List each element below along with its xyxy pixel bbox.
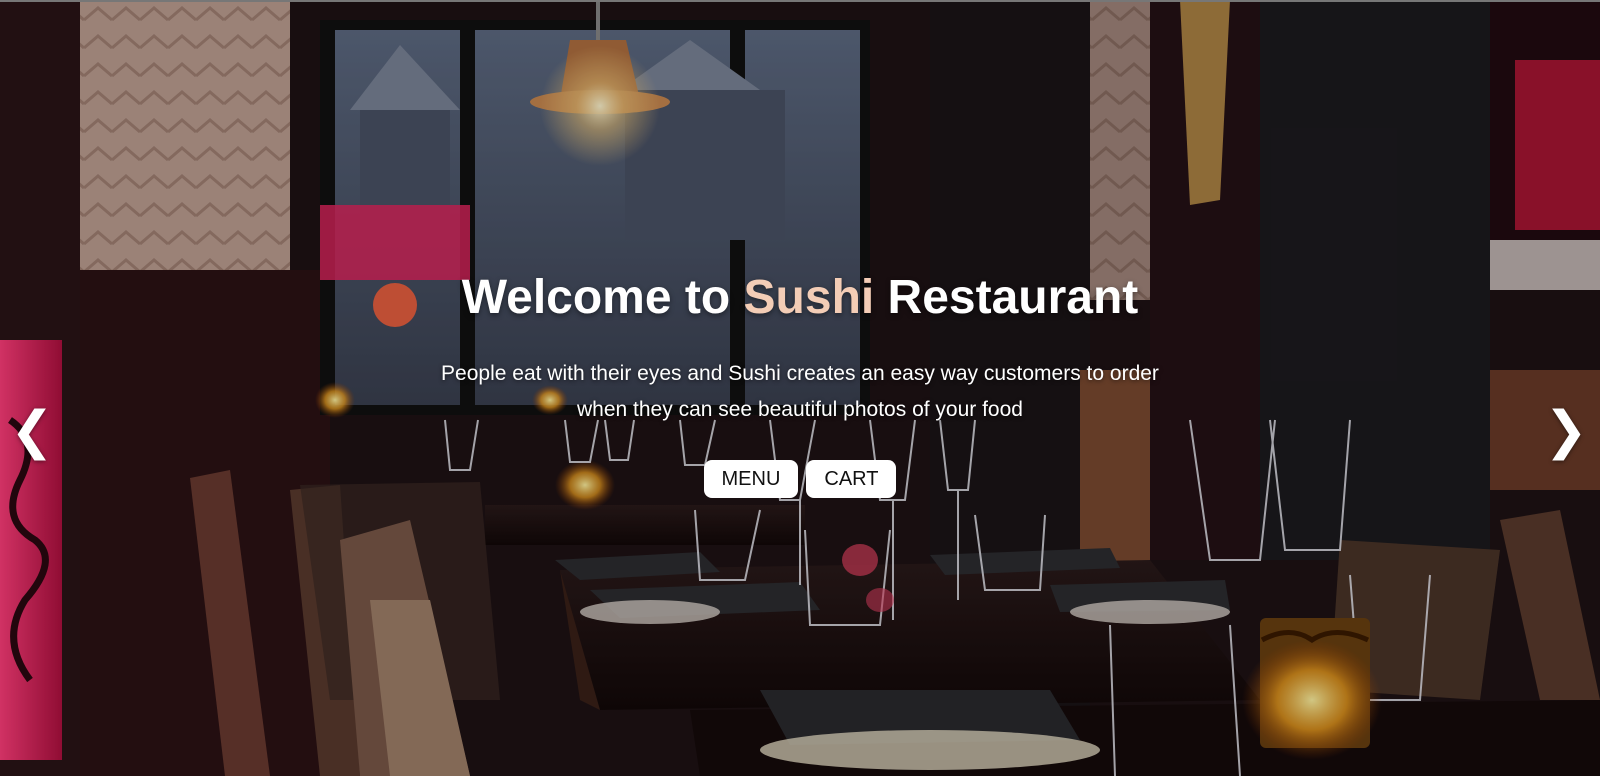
hero-actions: MENU CART [0, 460, 1600, 498]
hero-banner: ❮ ❯ Welcome to Sushi Restaurant People e… [0, 0, 1600, 776]
hero-title-prefix: Welcome to [461, 271, 744, 324]
menu-button[interactable]: MENU [703, 460, 799, 498]
hero-title: Welcome to Sushi Restaurant [0, 268, 1600, 328]
hero-title-suffix: Restaurant [874, 271, 1139, 324]
cart-button[interactable]: CART [806, 460, 897, 498]
top-border [0, 0, 1600, 2]
hero-title-brand: Sushi [743, 271, 875, 324]
hero-content: Welcome to Sushi Restaurant People eat w… [0, 268, 1600, 498]
hero-tagline: People eat with their eyes and Sushi cre… [441, 362, 1159, 421]
